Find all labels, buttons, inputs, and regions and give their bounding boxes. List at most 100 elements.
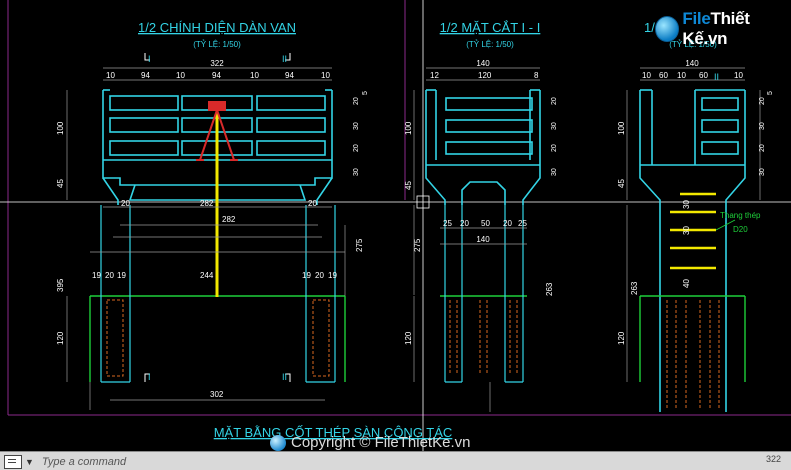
svg-text:50: 50	[481, 219, 490, 228]
side-rebar-label: Thang thép	[720, 211, 761, 220]
front-dim-mid2: 20	[315, 271, 324, 280]
svg-text:25: 25	[518, 219, 527, 228]
front-dim-left-45: 45	[56, 179, 65, 188]
title-section: 1/2 MẶT CẮT I - I	[440, 20, 541, 35]
svg-text:275: 275	[413, 238, 422, 252]
chevron-down-icon[interactable]: ▼	[25, 457, 34, 467]
svg-text:20: 20	[353, 144, 360, 152]
command-input[interactable]	[39, 454, 424, 469]
logo-domain: .vn	[703, 29, 728, 48]
svg-text:20: 20	[460, 219, 469, 228]
svg-text:100: 100	[404, 121, 413, 135]
front-mark-right-top: II	[282, 54, 287, 64]
side-view[interactable]: Thang thép D20 140 10 60 10 60 10 100 45…	[617, 59, 774, 412]
svg-text:30: 30	[759, 168, 766, 176]
filethietke-logo: FileThiết Kế.vn	[655, 9, 791, 49]
svg-text:20: 20	[759, 144, 766, 152]
svg-text:30: 30	[682, 200, 691, 209]
scale-section: (TỶ LỆ: 1/50)	[466, 40, 514, 49]
side-right-small: 5 20 30 20 30	[759, 91, 774, 176]
svg-text:30: 30	[551, 122, 558, 130]
svg-text:20: 20	[759, 97, 766, 105]
svg-text:30: 30	[759, 122, 766, 130]
section-right-small: 20 30 20 30	[551, 97, 558, 176]
svg-text:140: 140	[476, 235, 490, 244]
svg-text:40: 40	[682, 279, 691, 288]
svg-text:10: 10	[734, 71, 743, 80]
copyright-watermark: Copyright © FileThietKe.vn	[270, 434, 470, 451]
svg-text:20: 20	[353, 97, 360, 105]
title-front: 1/2 CHÍNH DIỆN DÀN VAN	[138, 20, 296, 35]
front-dim-120: 120	[56, 331, 65, 345]
side-rebar	[666, 300, 720, 408]
svg-text:30: 30	[551, 168, 558, 176]
svg-text:45: 45	[617, 179, 626, 188]
front-dim-top-part: 10	[106, 71, 115, 80]
svg-text:120: 120	[404, 331, 413, 345]
svg-text:120: 120	[478, 71, 492, 80]
svg-text:10: 10	[677, 71, 686, 80]
front-dim-302: 302	[210, 390, 224, 399]
front-foundation	[89, 295, 346, 382]
front-mark-right-bot: II	[282, 372, 287, 382]
front-dim-mid: 282	[200, 199, 214, 208]
front-dim-mid: 20	[308, 199, 317, 208]
front-pile-rebar	[106, 299, 330, 377]
front-dim-mid2: 19	[302, 271, 311, 280]
front-dim-top-part: 10	[321, 71, 330, 80]
front-dim-top-part: 94	[212, 71, 221, 80]
svg-text:5: 5	[362, 91, 369, 95]
front-dim-mid2: 19	[92, 271, 101, 280]
svg-text:5: 5	[767, 91, 774, 95]
svg-text:12: 12	[430, 71, 439, 80]
side-rebar-size: D20	[733, 225, 748, 234]
front-dim-top-part: 94	[141, 71, 150, 80]
cad-viewport[interactable]: { "titles": { "front": "1/2 CHÍNH DIỆN D…	[0, 0, 791, 470]
title-side-partial: 1/	[644, 20, 655, 35]
side-foundation	[639, 295, 746, 382]
front-dim-inner: 282	[222, 215, 236, 224]
svg-text:10: 10	[642, 71, 651, 80]
svg-text:263: 263	[545, 282, 554, 296]
front-right-small-dims: 5 20 30 20 30	[353, 91, 369, 176]
watermark-text: Copyright © FileThietKe.vn	[291, 434, 471, 451]
svg-text:60: 60	[659, 71, 668, 80]
svg-text:263: 263	[630, 281, 639, 295]
svg-text:60: 60	[699, 71, 708, 80]
side-outline	[639, 89, 746, 412]
logo-prefix: File	[682, 9, 711, 28]
front-dim-mid2: 19	[328, 271, 337, 280]
front-mark-left-top: I	[148, 54, 151, 64]
side-ladder-rungs	[670, 192, 716, 270]
section-dim-top: 140	[476, 59, 490, 68]
front-elevation[interactable]: I II I II 322 10 94 10 94 10 94 10 100 4…	[56, 53, 369, 410]
svg-text:8: 8	[534, 71, 539, 80]
section-rebar	[449, 300, 518, 375]
front-dim-mid: 20	[121, 199, 130, 208]
front-dim-left-395: 395	[56, 278, 65, 292]
watermark-globe-icon	[270, 434, 286, 451]
command-line-bar: ▼ 322	[0, 451, 791, 470]
front-dim-lines	[66, 67, 346, 410]
drawing-canvas[interactable]: 1/2 CHÍNH DIỆN DÀN VAN (TỶ LỆ: 1/50) 1/2…	[0, 0, 791, 451]
svg-text:120: 120	[617, 331, 626, 345]
svg-text:20: 20	[551, 97, 558, 105]
titles: 1/2 CHÍNH DIỆN DÀN VAN (TỶ LỆ: 1/50) 1/2…	[138, 20, 717, 440]
svg-text:20: 20	[503, 219, 512, 228]
svg-text:30: 30	[353, 122, 360, 130]
command-history-icon[interactable]	[4, 454, 22, 469]
front-dim-top-total: 322	[210, 59, 224, 68]
section-outline	[425, 89, 541, 205]
svg-text:30: 30	[682, 226, 691, 235]
front-dim-mid2: 20	[105, 271, 114, 280]
front-dim-top-part: 10	[176, 71, 185, 80]
side-mark-right: II	[714, 72, 719, 82]
front-dim-275: 275	[355, 238, 364, 252]
svg-text:20: 20	[551, 144, 558, 152]
svg-text:140: 140	[685, 59, 699, 68]
svg-text:45: 45	[404, 181, 413, 190]
scale-front: (TỶ LỆ: 1/50)	[193, 40, 241, 49]
front-mark-left-bot: I	[148, 372, 151, 382]
section-view[interactable]: 140 12 120 8 100 45 275 25 20 50 20 25 1…	[404, 59, 558, 412]
front-dim-left-100: 100	[56, 121, 65, 135]
